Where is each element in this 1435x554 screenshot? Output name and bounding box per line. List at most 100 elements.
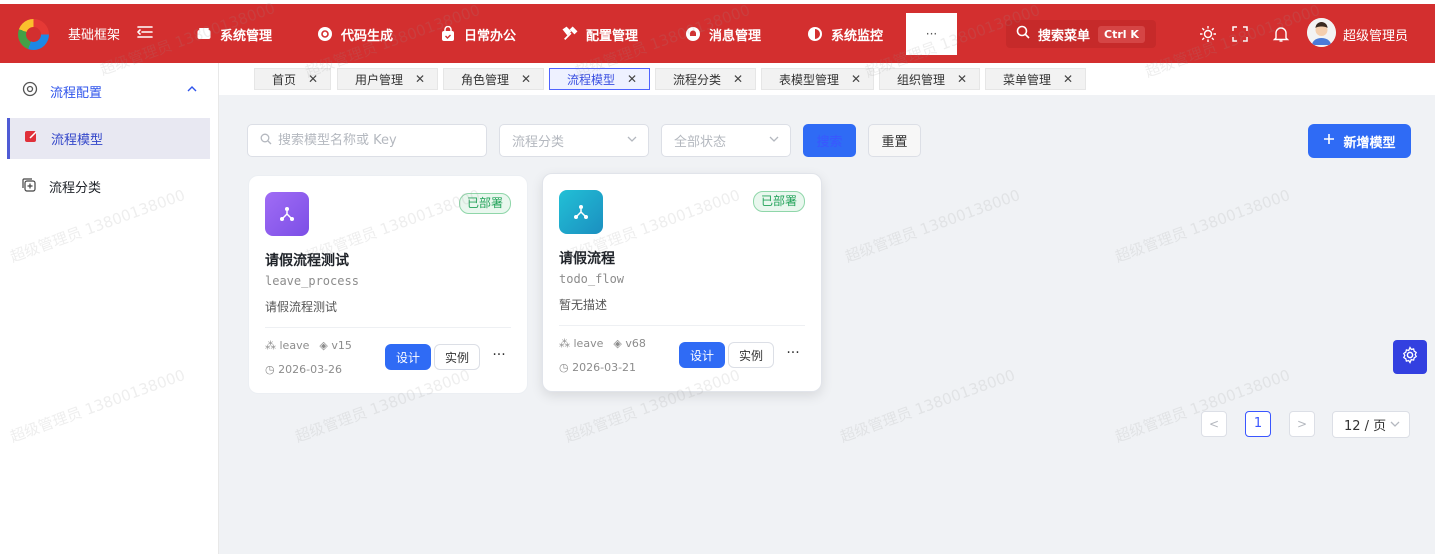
more-icon[interactable]: ···	[489, 348, 509, 366]
tab-label: 流程模型	[567, 72, 616, 87]
close-icon[interactable]: ✕	[733, 72, 743, 86]
tab-home[interactable]: 首页 ✕	[254, 68, 332, 90]
status-badge: 已部署	[752, 191, 805, 212]
search-button[interactable]: 搜索	[803, 124, 856, 157]
status-select-placeholder: 全部状态	[674, 135, 727, 150]
sidebar-group-label: 流程配置	[50, 85, 103, 101]
workflow-icon	[265, 192, 309, 236]
version-meta: ◈ v68	[613, 337, 645, 350]
shortcut-badge: Ctrl K	[1098, 25, 1145, 43]
tab-org-manage[interactable]: 组织管理 ✕	[879, 68, 981, 90]
tab-label: 流程分类	[673, 72, 722, 87]
card-title: 请假流程测试	[265, 253, 349, 269]
model-search-input[interactable]	[278, 133, 478, 148]
divider	[559, 325, 805, 326]
card-key: leave_process	[265, 274, 359, 288]
sidebar-group-process-config[interactable]: 流程配置	[0, 75, 218, 107]
brand-name: 基础框架	[68, 28, 121, 43]
nav-label: 消息管理	[709, 28, 762, 44]
close-icon[interactable]: ✕	[627, 72, 637, 86]
close-icon[interactable]: ✕	[308, 72, 318, 86]
category-select-placeholder: 流程分类	[512, 135, 565, 150]
search-icon	[1016, 25, 1030, 43]
clock-icon: ◷	[265, 363, 275, 376]
page-size-select[interactable]: 12 / 页	[1332, 411, 1410, 438]
instance-button[interactable]: 实例	[434, 344, 480, 370]
sidebar-item-process-model[interactable]: 流程模型	[7, 118, 210, 159]
tab-label: 角色管理	[461, 72, 510, 87]
nav-more-button[interactable]: ···	[906, 13, 957, 55]
tab-user-manage[interactable]: 用户管理 ✕	[337, 68, 439, 90]
tab-process-category[interactable]: 流程分类 ✕	[655, 68, 757, 90]
layers-icon: ◈	[613, 337, 622, 350]
menu-collapse-icon[interactable]	[136, 23, 156, 43]
nav-config-manage[interactable]: 配置管理	[562, 22, 638, 46]
nav-message-manage[interactable]: 消息管理	[685, 22, 761, 46]
code-icon	[317, 26, 333, 42]
card-key: todo_flow	[559, 272, 625, 286]
bag-icon	[440, 26, 456, 42]
layers-icon: ◈	[319, 339, 328, 352]
sidebar-item-process-category[interactable]: 流程分类	[7, 166, 210, 207]
user-name[interactable]: 超级管理员	[1343, 25, 1408, 44]
category-meta: ⁂ leave	[265, 339, 309, 352]
close-icon[interactable]: ✕	[521, 72, 531, 86]
fullscreen-icon[interactable]	[1231, 25, 1249, 43]
close-icon[interactable]: ✕	[1063, 72, 1073, 86]
sidebar-item-label: 流程分类	[49, 181, 102, 196]
design-button[interactable]: 设计	[679, 342, 725, 368]
bell-icon	[685, 26, 701, 42]
chevron-down-icon	[626, 133, 638, 148]
close-icon[interactable]: ✕	[957, 72, 967, 86]
add-box-icon	[21, 177, 37, 197]
category-select[interactable]: 流程分类	[499, 124, 649, 157]
tab-label: 用户管理	[355, 72, 404, 87]
card-date: ◷ 2026-03-21	[559, 361, 636, 374]
workflow-icon	[559, 190, 603, 234]
notification-bell-icon[interactable]	[1272, 25, 1290, 43]
nav-daily-office[interactable]: 日常办公	[440, 22, 516, 46]
pagination-next-button[interactable]: >	[1289, 411, 1315, 437]
nav-system-manage[interactable]: 系统管理	[196, 22, 272, 46]
card-date: ◷ 2026-03-26	[265, 363, 342, 376]
status-badge: 已部署	[458, 193, 511, 214]
category-value: leave	[573, 337, 604, 350]
status-select[interactable]: 全部状态	[661, 124, 791, 157]
card-description: 请假流程测试	[265, 300, 338, 314]
date-value: 2026-03-26	[278, 363, 343, 376]
add-model-button[interactable]: 新增模型	[1308, 124, 1411, 158]
pagination-prev-button[interactable]: <	[1201, 411, 1227, 437]
tab-table-model-manage[interactable]: 表模型管理 ✕	[761, 68, 875, 90]
monitor-icon	[807, 26, 823, 42]
add-model-label: 新增模型	[1343, 135, 1396, 151]
menu-search-button[interactable]: 搜索菜单 Ctrl K	[1006, 20, 1156, 48]
close-icon[interactable]: ✕	[851, 72, 861, 86]
tab-process-model[interactable]: 流程模型 ✕	[549, 68, 651, 90]
nav-code-gen[interactable]: 代码生成	[317, 22, 393, 46]
model-card[interactable]: 已部署 请假流程 todo_flow 暂无描述 ⁂ leave ◈ v68 ◷ …	[542, 173, 822, 392]
tab-label: 首页	[272, 72, 297, 87]
design-button[interactable]: 设计	[385, 344, 431, 370]
tab-role-manage[interactable]: 角色管理 ✕	[443, 68, 545, 90]
date-value: 2026-03-21	[572, 361, 637, 374]
pagination-page-1[interactable]: 1	[1245, 411, 1271, 437]
nav-system-monitor[interactable]: 系统监控	[807, 22, 883, 46]
reset-button[interactable]: 重置	[868, 124, 921, 157]
menu-search-label: 搜索菜单	[1038, 28, 1091, 44]
nav-label: 配置管理	[586, 28, 639, 44]
version-meta: ◈ v15	[319, 339, 351, 352]
version-value: v68	[625, 337, 646, 350]
avatar[interactable]	[1307, 18, 1336, 47]
model-search-field[interactable]	[247, 124, 487, 157]
theme-sun-icon[interactable]	[1199, 25, 1217, 43]
nav-label: 系统监控	[831, 28, 884, 44]
settings-gear-button[interactable]	[1393, 340, 1427, 374]
instance-button[interactable]: 实例	[728, 342, 774, 368]
category-meta: ⁂ leave	[559, 337, 603, 350]
model-card[interactable]: 已部署 请假流程测试 leave_process 请假流程测试 ⁂ leave …	[248, 175, 528, 394]
card-description: 暂无描述	[559, 298, 608, 312]
more-icon[interactable]: ···	[783, 346, 803, 364]
app-header: 基础框架 系统管理 代码生成 日常办公 配置管理 消息管理 系统监控 ··· 搜…	[0, 4, 1435, 63]
close-icon[interactable]: ✕	[415, 72, 425, 86]
tab-menu-manage[interactable]: 菜单管理 ✕	[985, 68, 1087, 90]
